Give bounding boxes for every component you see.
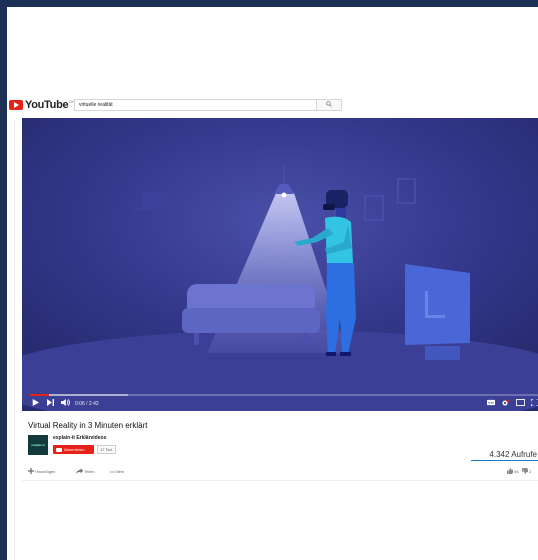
time-display: 0:06 / 2:42 [75, 401, 99, 407]
dislike-count: 2 [529, 469, 532, 474]
next-button[interactable] [47, 399, 54, 410]
more-button[interactable]: ••• Mehr [110, 467, 124, 476]
player-controls: 0:06 / 2:42 [22, 398, 538, 411]
sidebar-divider [14, 120, 15, 560]
channel-avatar[interactable]: explain-it [28, 435, 48, 455]
miniplayer-button[interactable] [515, 399, 526, 410]
like-button[interactable]: 56 [507, 468, 520, 474]
video-title: Virtual Reality in 3 Minuten erklärt [28, 421, 148, 430]
more-label: Mehr [115, 469, 125, 474]
fullscreen-icon [530, 398, 538, 407]
subscriber-count: 17 Tsd. [97, 445, 116, 454]
search-icon [326, 101, 332, 107]
miniplayer-icon [515, 399, 526, 406]
like-ratio-bar [471, 460, 538, 461]
more-dots-icon: ••• [110, 469, 115, 474]
youtube-logo[interactable]: YouTube DE [9, 98, 75, 112]
settings-icon [502, 399, 509, 406]
thumbs-up-icon [507, 468, 513, 474]
header: YouTube DE virtuelle realität [7, 98, 538, 120]
add-to-button[interactable]: Hinzufügen [28, 467, 55, 476]
subscribe-button[interactable]: Abonnieren [53, 445, 94, 454]
view-count: 4.342 Aufrufe [489, 450, 537, 459]
video-player[interactable]: 0:06 / 2:42 [22, 118, 538, 411]
subscribe-label: Abonnieren [64, 447, 85, 452]
share-label: Teilen [84, 469, 95, 474]
subtitles-button[interactable] [487, 399, 495, 410]
youtube-play-icon [9, 100, 23, 110]
next-icon [47, 399, 54, 406]
youtube-mini-icon [56, 447, 62, 452]
youtube-page: YouTube DE virtuelle realität 0:06 / 2:4… [7, 7, 538, 560]
share-button[interactable]: Teilen [76, 467, 95, 476]
add-to-label: Hinzufügen [35, 469, 56, 474]
volume-button[interactable] [61, 399, 70, 410]
play-icon [32, 399, 39, 406]
subtitles-icon [487, 399, 495, 406]
thumbs-down-icon [521, 468, 528, 474]
video-frame [22, 118, 538, 411]
progress-bar[interactable] [30, 394, 538, 396]
play-button[interactable] [32, 399, 39, 410]
share-icon [76, 468, 83, 474]
divider [22, 480, 538, 481]
fullscreen-button[interactable] [530, 398, 538, 410]
plus-icon [28, 468, 34, 474]
volume-icon [61, 399, 70, 406]
progress-played [30, 394, 50, 396]
settings-button[interactable] [501, 399, 509, 411]
like-count: 56 [514, 469, 519, 474]
rating: 56 2 [507, 467, 531, 476]
dislike-button[interactable]: 2 [521, 468, 532, 474]
logo-text: YouTube [25, 99, 69, 111]
channel-name[interactable]: explain-it Erklärvideos [53, 435, 106, 441]
search-button[interactable] [316, 99, 342, 111]
search-input[interactable]: virtuelle realität [74, 99, 318, 111]
